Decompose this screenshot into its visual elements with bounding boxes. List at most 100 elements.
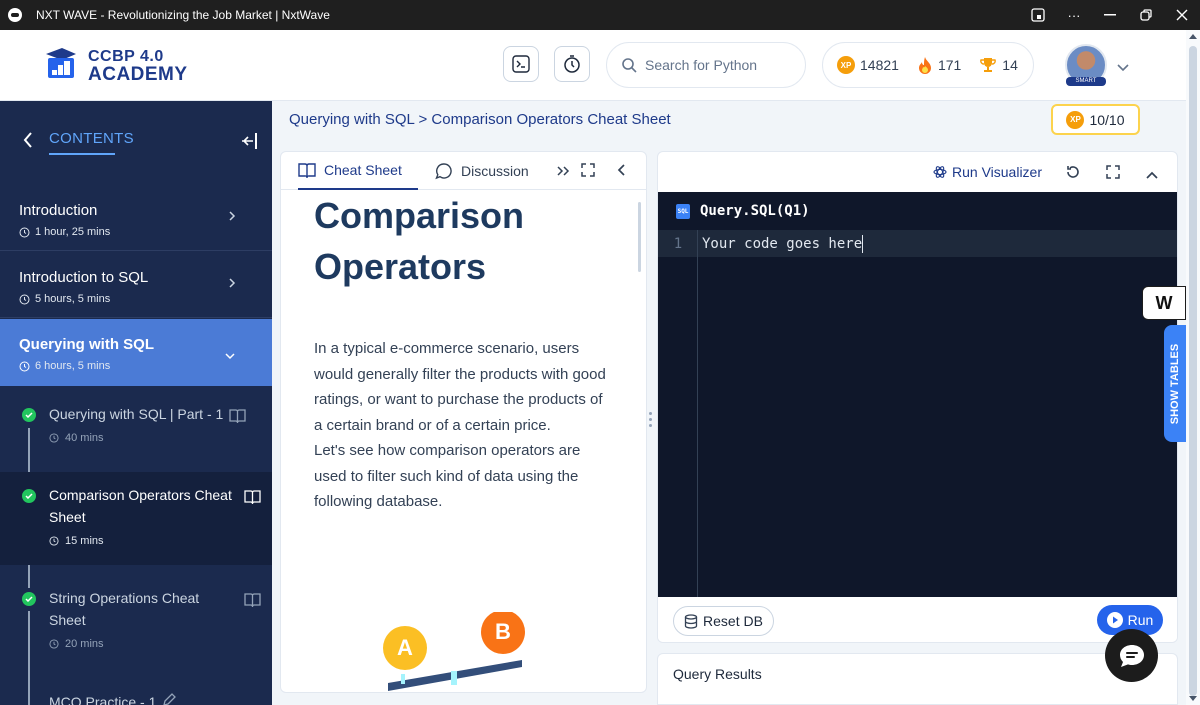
chat-icon bbox=[1119, 644, 1144, 667]
user-stats[interactable]: XP 14821 171 14 bbox=[822, 42, 1034, 88]
collapse-sidebar-icon[interactable] bbox=[241, 132, 259, 155]
seesaw-illustration: A B bbox=[376, 610, 536, 692]
lesson-duration-text: 40 mins bbox=[65, 432, 104, 444]
contents-underline bbox=[49, 153, 115, 155]
code-text: Your code goes here bbox=[702, 235, 863, 252]
section-title: Querying with SQL bbox=[19, 336, 155, 353]
xp-icon: XP bbox=[1066, 110, 1085, 129]
lesson-duration: 20 mins bbox=[49, 638, 104, 650]
illustration-label-a: A bbox=[397, 635, 413, 660]
lesson-duration-text: 20 mins bbox=[65, 638, 104, 650]
double-chevron-right-icon[interactable] bbox=[556, 164, 572, 182]
section-title: Introduction to SQL bbox=[19, 269, 149, 286]
search-icon bbox=[622, 58, 637, 73]
tab-label: Discussion bbox=[461, 163, 529, 179]
tab-label: Cheat Sheet bbox=[324, 162, 402, 178]
show-tables-button[interactable]: SHOW TABLES bbox=[1164, 325, 1186, 442]
tab-discussion[interactable]: Discussion bbox=[435, 152, 529, 190]
contents-tab[interactable]: CONTENTS bbox=[49, 130, 134, 147]
lesson-duration: 40 mins bbox=[49, 432, 104, 444]
chat-button[interactable] bbox=[1105, 629, 1158, 682]
lesson-title: MCQ Practice - 1 bbox=[49, 694, 157, 705]
window-title: NXT WAVE - Revolutionizing the Job Marke… bbox=[36, 8, 330, 22]
search-input[interactable]: Search for Python bbox=[606, 42, 806, 88]
article-paragraph: In a typical e-commerce scenario, users … bbox=[314, 340, 606, 434]
show-tables-label: SHOW TABLES bbox=[1169, 343, 1181, 425]
play-icon bbox=[1106, 612, 1123, 628]
score-badge: XP 10/10 bbox=[1051, 104, 1140, 135]
article-paragraph: Let's see how comparison operators are u… bbox=[314, 442, 581, 510]
fullscreen-icon[interactable] bbox=[1106, 165, 1120, 184]
reset-db-label: Reset DB bbox=[703, 613, 763, 629]
back-arrow-icon[interactable] bbox=[22, 131, 34, 154]
search-placeholder: Search for Python bbox=[645, 57, 758, 73]
panel-tabs: Cheat Sheet Discussion bbox=[281, 152, 646, 190]
reset-code-icon[interactable] bbox=[1065, 164, 1081, 185]
xp-stat: XP 14821 bbox=[837, 56, 899, 74]
chevron-down-icon[interactable] bbox=[1116, 60, 1130, 78]
terminal-button[interactable] bbox=[503, 46, 539, 82]
lesson-title: Querying with SQL | Part - 1 bbox=[49, 406, 224, 422]
lesson-item[interactable]: MCQ Practice - 1 bbox=[0, 665, 272, 705]
lesson-title: Comparison Operators Cheat Sheet bbox=[49, 487, 232, 525]
cast-icon[interactable] bbox=[1020, 0, 1056, 30]
lesson-duration-text: 15 mins bbox=[65, 535, 104, 547]
code-line[interactable]: 1 Your code goes here bbox=[658, 230, 1177, 257]
vertical-resize-handle[interactable] bbox=[906, 646, 926, 659]
more-options-icon[interactable]: ··· bbox=[1056, 0, 1092, 30]
check-icon bbox=[22, 489, 36, 503]
section-duration: 1 hour, 25 mins bbox=[19, 226, 110, 238]
article-scrollbar[interactable] bbox=[638, 202, 641, 272]
run-visualizer-button[interactable]: Run Visualizer bbox=[933, 164, 1042, 180]
minimize-button[interactable] bbox=[1092, 0, 1128, 30]
query-results-title: Query Results bbox=[673, 666, 762, 682]
stopwatch-icon bbox=[564, 55, 580, 73]
clock-icon bbox=[19, 361, 30, 371]
section-title: Introduction bbox=[19, 202, 98, 219]
lesson-item[interactable]: String Operations Cheat Sheet 20 mins bbox=[0, 565, 272, 665]
terminal-icon bbox=[512, 55, 530, 73]
lesson-item-current[interactable]: Comparison Operators Cheat Sheet 15 mins bbox=[0, 472, 272, 565]
chevron-left-icon[interactable] bbox=[617, 163, 627, 182]
w-extension-button[interactable]: W bbox=[1142, 286, 1186, 320]
chevron-right-icon bbox=[228, 209, 236, 227]
expand-icon[interactable] bbox=[581, 163, 595, 182]
text-cursor bbox=[862, 234, 864, 253]
tab-cheat-sheet[interactable]: Cheat Sheet bbox=[298, 152, 418, 190]
book-icon bbox=[244, 592, 261, 612]
clock-icon bbox=[49, 639, 59, 649]
chevron-up-icon[interactable] bbox=[1145, 167, 1159, 185]
chevron-right-icon bbox=[228, 276, 236, 294]
clock-icon bbox=[49, 433, 59, 443]
contents-header: CONTENTS bbox=[0, 101, 272, 185]
editor-toolbar: Run Visualizer bbox=[658, 152, 1177, 192]
chat-bubble-icon bbox=[435, 163, 452, 180]
restore-button[interactable] bbox=[1128, 0, 1164, 30]
book-icon bbox=[244, 489, 261, 509]
code-editor[interactable]: SQL Query.SQL(Q1) 1 Your code goes here bbox=[658, 192, 1177, 597]
clock-icon bbox=[19, 294, 30, 304]
editor-gutter bbox=[697, 230, 698, 597]
trophy-stat: 14 bbox=[979, 56, 1018, 74]
section-duration-text: 6 hours, 5 mins bbox=[35, 360, 111, 372]
section-querying-with-sql[interactable]: Querying with SQL 6 hours, 5 mins bbox=[0, 319, 272, 386]
page-scrollbar[interactable] bbox=[1186, 30, 1200, 705]
window-controls: ··· bbox=[1020, 0, 1200, 30]
lesson-item[interactable]: Querying with SQL | Part - 1 40 mins bbox=[0, 387, 272, 472]
clock-icon bbox=[49, 536, 59, 546]
breadcrumb[interactable]: Querying with SQL > Comparison Operators… bbox=[289, 111, 671, 128]
fire-icon bbox=[918, 57, 931, 74]
run-label: Run bbox=[1127, 612, 1154, 628]
section-introduction[interactable]: Introduction 1 hour, 25 mins bbox=[0, 185, 272, 251]
logo-icon[interactable] bbox=[42, 44, 80, 82]
run-visualizer-label: Run Visualizer bbox=[952, 164, 1043, 180]
timer-button[interactable] bbox=[554, 46, 590, 82]
reset-db-button[interactable]: Reset DB bbox=[673, 606, 774, 636]
section-duration-text: 1 hour, 25 mins bbox=[35, 226, 111, 238]
code-editor-panel: Run Visualizer SQL Query.SQL(Q1) 1 Your … bbox=[657, 151, 1178, 643]
line-number: 1 bbox=[673, 235, 683, 252]
section-introduction-to-sql[interactable]: Introduction to SQL 5 hours, 5 mins bbox=[0, 252, 272, 318]
avatar-badge: SMART bbox=[1066, 77, 1106, 86]
close-button[interactable] bbox=[1164, 0, 1200, 30]
panel-resize-handle[interactable] bbox=[649, 412, 653, 432]
